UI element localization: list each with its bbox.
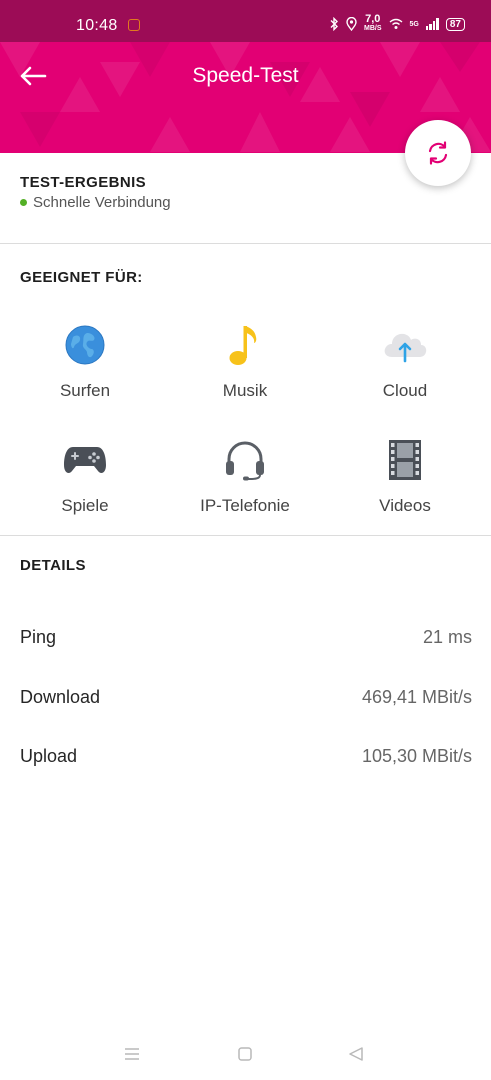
connection-status-label: Schnelle Verbindung xyxy=(33,194,171,211)
suitable-label: Surfen xyxy=(59,381,111,400)
headset-icon xyxy=(221,436,269,484)
detail-label: Upload xyxy=(20,746,78,766)
detail-label: Ping xyxy=(20,627,57,647)
suitable-item-videos: Videos xyxy=(325,436,485,516)
result-title: TEST-ERGEBNIS xyxy=(20,174,147,191)
detail-value: 105,30 MBit/s xyxy=(361,746,472,766)
suitable-item-spiele: Spiele xyxy=(5,436,165,516)
detail-value: 21 ms xyxy=(422,627,472,647)
status-time: 10:48 xyxy=(76,17,118,34)
divider xyxy=(0,243,491,244)
cloud-upload-icon xyxy=(381,321,429,369)
suitable-item-surfen: Surfen xyxy=(5,321,165,401)
details-title: DETAILS xyxy=(20,557,86,574)
network-type: 5G xyxy=(409,20,419,28)
suitable-label: Spiele xyxy=(61,496,109,515)
globe-icon xyxy=(61,321,109,369)
divider xyxy=(0,535,491,536)
detail-row-upload: Upload 105,30 MBit/s xyxy=(20,746,472,767)
back-button[interactable] xyxy=(348,1046,364,1062)
page-title: Speed-Test xyxy=(192,64,299,87)
suitable-title: GEEIGNET FÜR: xyxy=(20,269,143,286)
signal-icon xyxy=(425,18,439,30)
suitable-item-ip-telefonie: IP-Telefonie xyxy=(165,436,325,516)
system-nav-bar xyxy=(0,1030,491,1080)
suitable-label: IP-Telefonie xyxy=(200,496,290,515)
film-icon xyxy=(381,436,429,484)
refresh-button[interactable] xyxy=(405,120,471,186)
suitable-label: Musik xyxy=(222,381,268,400)
music-note-icon xyxy=(221,321,269,369)
connection-status: Schnelle Verbindung xyxy=(20,194,171,211)
status-icons: 7,0 MB/S 5G 87 xyxy=(329,13,465,33)
refresh-icon xyxy=(428,141,448,165)
network-speed: 7,0 MB/S xyxy=(364,13,382,33)
home-button[interactable] xyxy=(238,1047,252,1061)
status-bar: 10:48 7,0 MB/S 5G 87 xyxy=(0,0,491,42)
suitable-item-musik: Musik xyxy=(165,321,325,401)
suitable-label: Videos xyxy=(379,496,431,515)
location-icon xyxy=(346,17,357,31)
wifi-icon xyxy=(389,18,402,29)
detail-row-ping: Ping 21 ms xyxy=(20,627,472,648)
detail-row-download: Download 469,41 MBit/s xyxy=(20,687,472,708)
detail-value: 469,41 MBit/s xyxy=(361,687,472,707)
status-dot xyxy=(20,199,27,206)
bluetooth-icon xyxy=(330,17,339,31)
suitable-label: Cloud xyxy=(382,381,428,400)
detail-label: Download xyxy=(20,687,101,707)
battery-icon: 87 xyxy=(445,17,465,31)
recent-apps-button[interactable] xyxy=(124,1047,140,1061)
suitable-item-cloud: Cloud xyxy=(325,321,485,401)
notification-icon xyxy=(128,19,140,31)
gamepad-icon xyxy=(61,436,109,484)
